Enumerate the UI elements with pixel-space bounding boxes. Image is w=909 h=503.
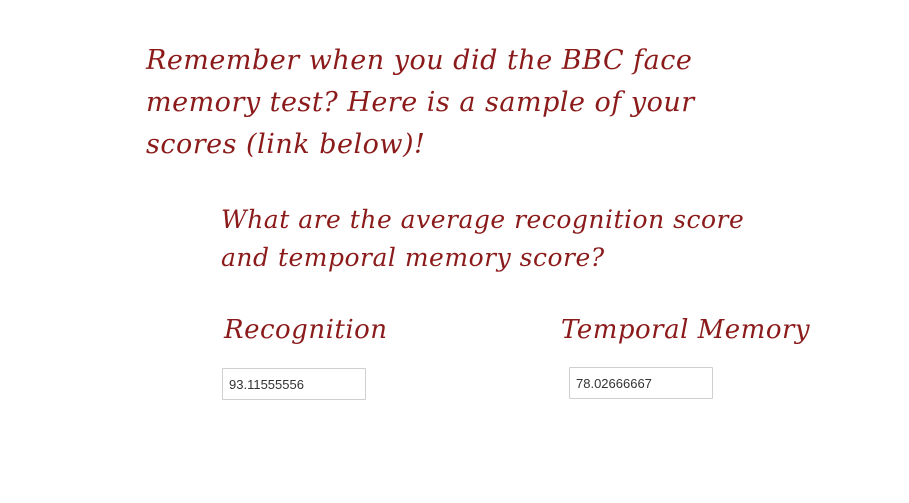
- temporal-memory-label: Temporal Memory: [561, 315, 811, 345]
- question-text: What are the average recognition score a…: [221, 205, 745, 272]
- temporal-memory-score-input[interactable]: [569, 367, 713, 399]
- recognition-score-input[interactable]: [222, 368, 366, 400]
- intro-text: Remember when you did the BBC face memor…: [146, 45, 695, 160]
- recognition-label: Recognition: [224, 315, 388, 345]
